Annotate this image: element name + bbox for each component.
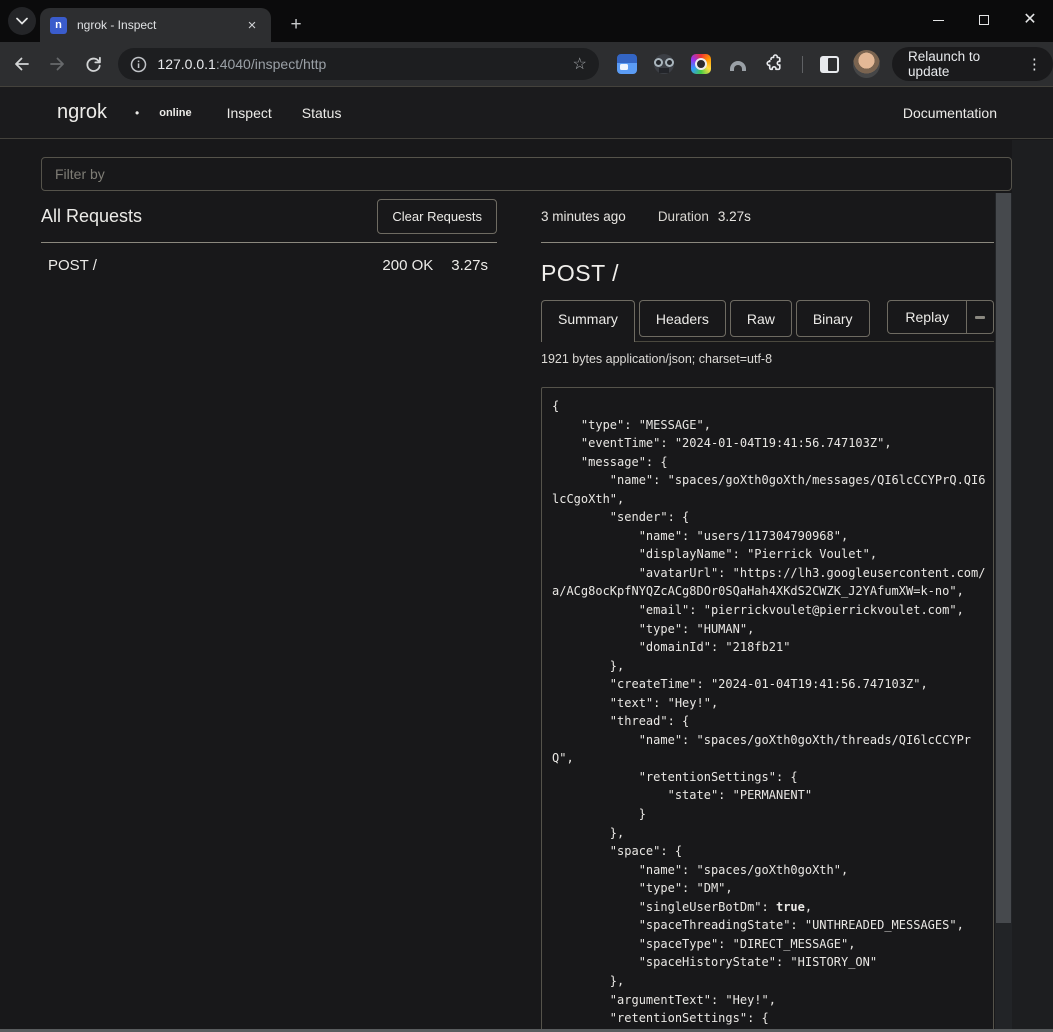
new-tab-button[interactable]: +: [283, 12, 309, 38]
tab-title: ngrok - Inspect: [77, 18, 243, 32]
extension-tabs-icon[interactable]: [617, 54, 637, 74]
browser-tab-active[interactable]: n ngrok - Inspect ×: [40, 8, 271, 42]
minimize-icon: [933, 20, 944, 21]
url-path: :4040/inspect/http: [216, 56, 327, 72]
page-content: All Requests Clear Requests POST / 200 O…: [41, 139, 1012, 1032]
request-detail-panel: 3 minutes ago Duration 3.27s POST / Summ…: [541, 191, 994, 1032]
extension-goggles-icon[interactable]: [654, 54, 674, 74]
ngrok-brand[interactable]: ngrok: [57, 101, 107, 124]
browser-tabstrip: n ngrok - Inspect × + ✕: [0, 0, 1053, 42]
replay-split-button: Replay: [887, 300, 994, 334]
detail-meta-row: 3 minutes ago Duration 3.27s: [541, 191, 994, 243]
back-button[interactable]: [7, 49, 36, 79]
goggle-lens-right: [665, 58, 674, 67]
status-online-label: online: [159, 107, 191, 119]
detail-time-ago: 3 minutes ago: [541, 209, 626, 224]
detail-duration-value: 3.27s: [718, 209, 751, 224]
request-status: 200 OK: [382, 257, 433, 274]
request-duration: 3.27s: [451, 257, 488, 274]
goggle-mouth: [659, 68, 669, 73]
detail-tabs: Summary Headers Raw Binary Replay: [541, 300, 994, 342]
profile-avatar[interactable]: [853, 50, 880, 78]
reload-icon: [85, 56, 102, 73]
close-icon: ✕: [1023, 12, 1036, 28]
side-panel-inner: [828, 58, 837, 71]
status-dot-icon: •: [135, 106, 139, 120]
relaunch-button[interactable]: Relaunch to update ⋮: [892, 47, 1053, 81]
lens-center: [695, 58, 707, 70]
maximize-icon: [979, 15, 989, 25]
content-meta: 1921 bytes application/json; charset=utf…: [541, 352, 994, 366]
forward-icon: [49, 56, 66, 72]
ngrok-inspect-page: ngrok • online Inspect Status Documentat…: [0, 86, 1053, 1032]
replay-button[interactable]: Replay: [887, 300, 967, 334]
extension-lens-icon[interactable]: [691, 54, 711, 74]
bookmark-star-icon[interactable]: ☆: [573, 54, 587, 74]
nav-link-status[interactable]: Status: [302, 105, 342, 121]
filter-input[interactable]: [41, 157, 1012, 191]
tab-binary[interactable]: Binary: [796, 300, 870, 337]
detail-title: POST /: [541, 260, 994, 287]
maximize-button[interactable]: [961, 0, 1007, 40]
requests-header: All Requests Clear Requests: [41, 191, 497, 243]
forward-button[interactable]: [43, 49, 72, 79]
arc-shape: [730, 61, 746, 71]
nav-link-documentation[interactable]: Documentation: [903, 105, 997, 121]
site-info-icon[interactable]: [130, 56, 147, 73]
response-body-block: { "type": "MESSAGE", "eventTime": "2024-…: [541, 387, 994, 1032]
url-text[interactable]: 127.0.0.1:4040/inspect/http: [157, 56, 572, 72]
tab-close-icon[interactable]: ×: [243, 16, 261, 34]
browser-toolbar: 127.0.0.1:4040/inspect/http ☆ Relaunch t…: [0, 42, 1053, 86]
request-method-path: POST /: [48, 257, 382, 274]
requests-panel: All Requests Clear Requests POST / 200 O…: [41, 191, 497, 1032]
replay-dropdown-icon: [975, 316, 985, 319]
browser-menu-kebab-icon[interactable]: ⋮: [1022, 55, 1047, 73]
close-button[interactable]: ✕: [1007, 0, 1053, 40]
extension-tabs-detail: [620, 64, 628, 70]
toolbar-separator: [802, 56, 803, 73]
goggle-lens-left: [654, 58, 663, 67]
puzzle-icon: [765, 54, 785, 74]
ngrok-favicon-icon: n: [50, 17, 67, 34]
detail-duration-label: Duration: [658, 209, 709, 224]
response-body-json: { "type": "MESSAGE", "eventTime": "2024-…: [552, 397, 993, 1028]
nav-link-inspect[interactable]: Inspect: [227, 105, 272, 121]
side-panel-button[interactable]: [820, 56, 839, 73]
ngrok-navbar: ngrok • online Inspect Status Documentat…: [0, 86, 1053, 139]
clear-requests-button[interactable]: Clear Requests: [377, 199, 497, 234]
extensions-menu-button[interactable]: [765, 54, 785, 74]
address-bar[interactable]: 127.0.0.1:4040/inspect/http ☆: [118, 48, 598, 80]
tab-search-button[interactable]: [8, 7, 36, 35]
minimize-button[interactable]: [915, 0, 961, 40]
back-icon: [13, 56, 30, 72]
tab-headers[interactable]: Headers: [639, 300, 726, 337]
extension-arc-icon[interactable]: [728, 54, 748, 74]
detail-scrollbar-thumb[interactable]: [996, 193, 1011, 923]
reload-button[interactable]: [79, 49, 108, 79]
extensions-row: [617, 54, 839, 74]
chevron-down-icon: [16, 17, 28, 25]
relaunch-label: Relaunch to update: [908, 49, 1022, 79]
url-host: 127.0.0.1: [157, 56, 215, 72]
request-row[interactable]: POST / 200 OK 3.27s: [41, 243, 497, 274]
page-right-rail: [1012, 140, 1053, 1032]
tab-summary[interactable]: Summary: [541, 300, 635, 342]
replay-dropdown-button[interactable]: [967, 300, 994, 334]
window-controls: ✕: [915, 0, 1053, 40]
tab-raw[interactable]: Raw: [730, 300, 792, 337]
requests-title: All Requests: [41, 206, 142, 227]
